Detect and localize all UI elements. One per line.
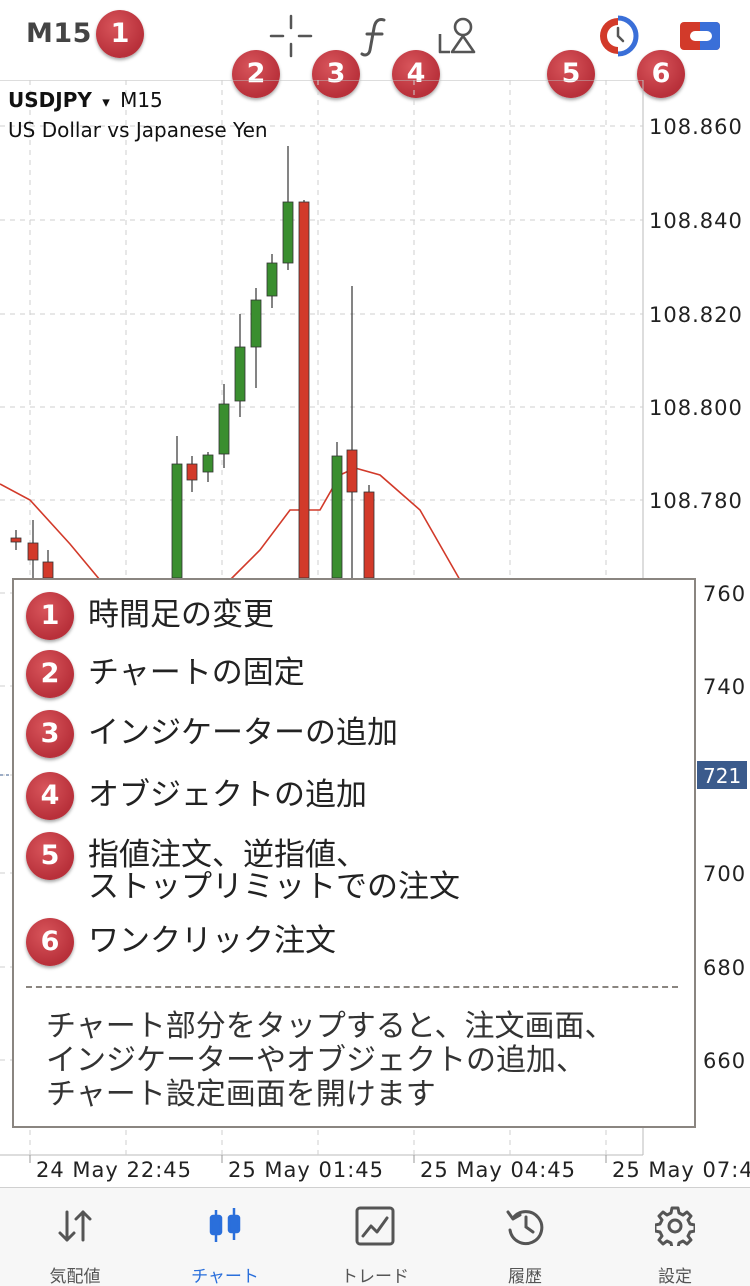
tab-label-trade: トレード: [341, 1267, 409, 1286]
legend-text-2: チャートの固定: [88, 655, 305, 691]
quotes-arrows-icon: [58, 1210, 92, 1242]
symbol-dropdown-icon[interactable]: ▾: [102, 93, 110, 111]
candlestick-icon: [209, 1208, 241, 1242]
candle-bull: [171, 463, 183, 579]
price-axis-label: 108.840: [649, 209, 743, 233]
legend-divider: [26, 986, 678, 988]
legend-item-1: 1 時間足の変更: [26, 592, 274, 642]
objects-icon[interactable]: [436, 14, 480, 58]
trade-chart-icon: [355, 1206, 395, 1246]
chart-symbol-header[interactable]: USDJPY ▾ M15: [8, 88, 163, 112]
legend-note-line-2: インジケーターやオブジェクトの追加、: [46, 1043, 586, 1078]
candle-bull: [218, 403, 230, 455]
chart-toolbar: M15 1 2 3 4 5 6: [0, 0, 750, 98]
time-axis-label: 25 May 04:45: [420, 1158, 576, 1182]
help-legend-panel: 1 時間足の変更 2 チャートの固定 3 インジケーターの追加 4 オブジェクト…: [12, 578, 696, 1128]
bottom-tab-bar: 気配値 チャート トレード 履歴 設定: [0, 1187, 750, 1286]
callout-badge-1: 1: [96, 10, 144, 58]
settings-gear-icon: [655, 1206, 695, 1246]
history-clock-icon: [506, 1210, 544, 1246]
timeframe-button[interactable]: M15: [26, 18, 92, 49]
legend-note: チャート部分をタップすると、注文画面、 インジケーターやオブジェクトの追加、 チ…: [46, 1010, 686, 1112]
candle-bull: [250, 299, 262, 348]
legend-item-4: 4 オブジェクトの追加: [26, 772, 367, 822]
legend-text-4: オブジェクトの追加: [88, 777, 367, 813]
candle-bull: [266, 262, 278, 297]
legend-text-3: インジケーターの追加: [88, 715, 398, 751]
symbol-description: US Dollar vs Japanese Yen: [8, 118, 268, 142]
candle-bull: [202, 454, 214, 473]
tab-settings[interactable]: 設定: [600, 1188, 750, 1286]
legend-item-2: 2 チャートの固定: [26, 650, 305, 700]
symbol-period: M15: [120, 88, 163, 112]
price-axis-label: 680: [703, 956, 746, 980]
legend-item-5: 5 指値注文、逆指値、 ストップリミットでの注文: [26, 832, 460, 912]
price-axis-label: 740: [703, 675, 746, 699]
legend-badge-2: 2: [26, 650, 74, 698]
pending-order-icon[interactable]: [596, 14, 640, 58]
price-axis-label: 108.800: [649, 396, 743, 420]
legend-text-5b: ストップリミットでの注文: [88, 869, 460, 905]
price-axis-label: 108.780: [649, 489, 743, 513]
legend-item-6: 6 ワンクリック注文: [26, 918, 336, 968]
candle-bear: [346, 449, 358, 493]
legend-text-5: 指値注文、逆指値、: [88, 837, 367, 873]
legend-text-1: 時間足の変更: [88, 597, 274, 633]
candle-bear: [186, 463, 198, 481]
legend-badge-3: 3: [26, 710, 74, 758]
legend-item-3: 3 インジケーターの追加: [26, 710, 398, 760]
legend-text-6: ワンクリック注文: [88, 923, 336, 959]
candle-bear: [42, 561, 54, 579]
tab-label-quotes: 気配値: [49, 1267, 101, 1286]
candle-bear: [298, 201, 310, 579]
tab-label-chart: チャート: [191, 1267, 259, 1286]
price-axis-label: 760: [703, 582, 746, 606]
candle-bull: [282, 201, 294, 264]
tab-quotes[interactable]: 気配値: [0, 1188, 150, 1286]
legend-note-line-3: チャート設定画面を開けます: [46, 1077, 436, 1112]
price-axis-label: 108.820: [649, 303, 743, 327]
tab-chart[interactable]: チャート: [150, 1188, 300, 1286]
price-axis-label: 108.860: [649, 115, 743, 139]
price-axis-label: 660: [703, 1049, 746, 1073]
legend-badge-1: 1: [26, 592, 74, 640]
time-axis-label: 25 May 01:45: [228, 1158, 384, 1182]
current-price-label: 721: [703, 764, 741, 788]
tab-label-settings: 設定: [658, 1267, 692, 1286]
time-axis-label: 24 May 22:45: [36, 1158, 192, 1182]
legend-badge-4: 4: [26, 772, 74, 820]
candle-bull: [331, 455, 343, 579]
tab-trade[interactable]: トレード: [300, 1188, 450, 1286]
candle-bull: [234, 346, 246, 402]
legend-badge-5: 5: [26, 832, 74, 880]
time-axis-label: 25 May 07:4: [612, 1158, 750, 1182]
price-axis-label: 700: [703, 862, 746, 886]
tab-history[interactable]: 履歴: [450, 1188, 600, 1286]
legend-badge-6: 6: [26, 918, 74, 966]
one-click-trading-icon[interactable]: [678, 14, 722, 58]
candle-bear: [10, 537, 22, 543]
function-icon[interactable]: [354, 14, 398, 58]
candle-bear: [363, 491, 375, 579]
candle-bear: [27, 542, 39, 561]
crosshair-icon[interactable]: [269, 14, 313, 58]
legend-note-line-1: チャート部分をタップすると、注文画面、: [46, 1009, 615, 1044]
symbol-name: USDJPY: [8, 88, 92, 112]
tab-label-history: 履歴: [508, 1267, 542, 1286]
